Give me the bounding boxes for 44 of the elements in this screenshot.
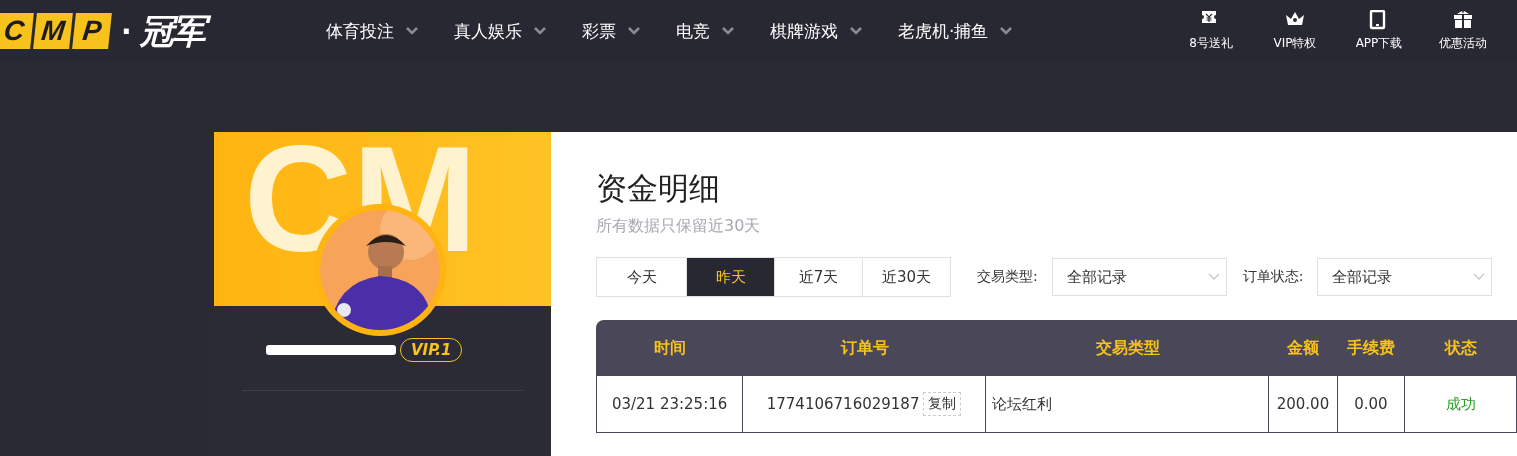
chevron-down-icon <box>406 27 418 35</box>
logo-letter: C <box>0 13 34 49</box>
chevron-down-icon <box>628 27 640 35</box>
logo-dot: · <box>121 14 132 48</box>
gift-icon <box>1453 10 1473 30</box>
chevron-down-icon <box>1473 273 1486 281</box>
table-cell: 论坛红利 <box>985 376 1270 433</box>
column-header: 手续费 <box>1337 320 1406 376</box>
logo-name: 冠军 <box>137 9 212 53</box>
table-cell: 0.00 <box>1337 376 1406 433</box>
column-header: 状态 <box>1405 320 1517 376</box>
status-cell: 成功 <box>1405 376 1517 433</box>
logo-letter: P <box>72 13 112 49</box>
table-cell: 03/21 23:25:16 <box>596 376 744 433</box>
column-header: 时间 <box>596 320 744 376</box>
nav-menu-item[interactable]: 彩票 <box>582 19 640 43</box>
chevron-down-icon <box>534 27 546 35</box>
chevron-down-icon <box>1207 273 1220 281</box>
copy-button[interactable]: 复制 <box>923 392 962 416</box>
date-tab[interactable]: 昨天 <box>686 258 774 296</box>
quick-link[interactable]: APP下载 <box>1337 10 1421 52</box>
nav-menu-item[interactable]: 电竞 <box>676 19 734 43</box>
quick-link[interactable]: 8号送礼 <box>1169 10 1253 52</box>
column-header: 金额 <box>1269 320 1338 376</box>
nav-menu-item[interactable]: 老虎机·捕鱼 <box>898 19 1013 43</box>
page-subtitle: 所有数据只保留近30天 <box>596 216 762 237</box>
order-number: 1774106716029187 <box>766 395 920 413</box>
column-header: 交易类型 <box>985 320 1270 376</box>
quick-link[interactable]: VIP特权 <box>1253 10 1337 52</box>
filter-label: 交易类型: <box>977 268 1038 286</box>
nav-menu-item[interactable]: 棋牌游戏 <box>770 19 862 43</box>
quick-link[interactable]: 优惠活动 <box>1421 10 1505 52</box>
page-title: 资金明细 <box>596 169 721 208</box>
logo-letter: M <box>33 13 73 49</box>
filter-label: 订单状态: <box>1242 268 1304 286</box>
chevron-down-icon <box>722 27 734 35</box>
chevron-down-icon <box>850 27 862 35</box>
dropdown-field[interactable]: 全部记录 <box>1051 258 1227 296</box>
nav-menu-item[interactable]: 真人娱乐 <box>454 19 546 43</box>
table-cell: 200.00 <box>1269 376 1338 433</box>
chevron-down-icon <box>1000 27 1013 35</box>
column-header: 订单号 <box>743 320 986 376</box>
nav-menu-item[interactable]: 体育投注 <box>326 19 418 43</box>
dropdown-field[interactable]: 全部记录 <box>1317 258 1493 296</box>
